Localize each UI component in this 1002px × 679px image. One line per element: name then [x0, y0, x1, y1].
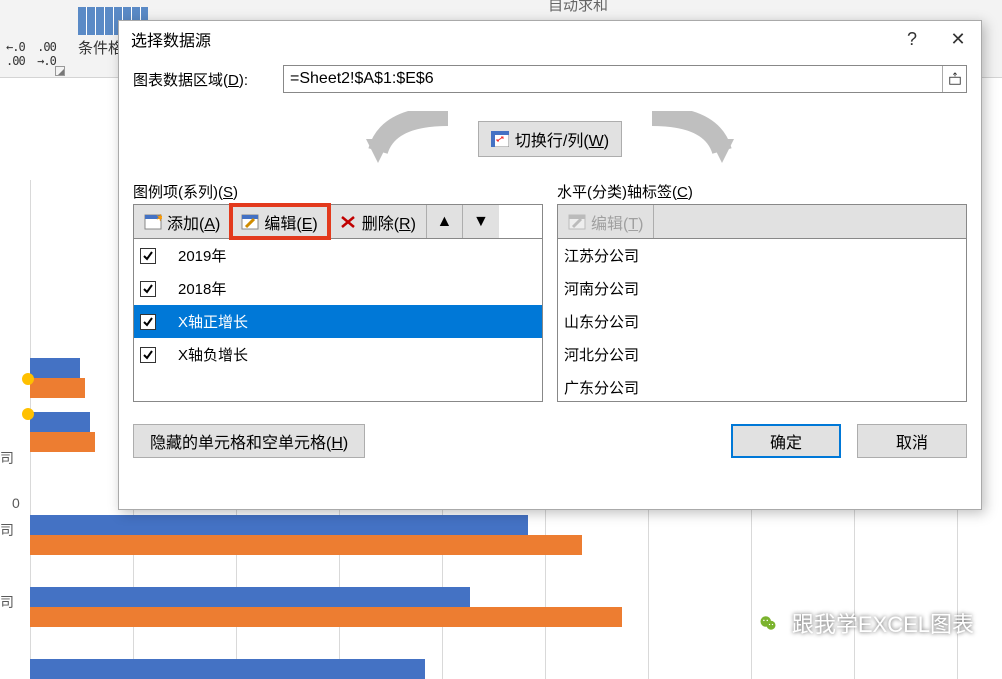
- decrease-decimal-icon: ←.0 .00: [6, 40, 56, 54]
- series-item-label: 2019年: [168, 245, 226, 266]
- chart-bar: [30, 515, 528, 535]
- range-picker-icon: [948, 72, 962, 86]
- switch-row-column-icon: [491, 131, 509, 147]
- chart-bar: [30, 378, 85, 398]
- series-item-label: 2018年: [168, 278, 226, 299]
- curved-arrow-left-icon: [348, 111, 468, 167]
- close-icon: ✕: [950, 29, 965, 50]
- chart-marker: [22, 373, 34, 385]
- series-checkbox[interactable]: [140, 347, 156, 363]
- edit-category-button[interactable]: 编辑(T): [558, 205, 654, 238]
- chart-bar: [30, 607, 622, 627]
- category-item-label: 江苏分公司: [564, 245, 639, 266]
- select-data-source-dialog: 选择数据源 ? ✕ 图表数据区域(D):: [118, 20, 982, 510]
- series-checkbox[interactable]: [140, 281, 156, 297]
- category-axis-label: 司: [0, 592, 14, 612]
- category-axis-label: 司: [0, 448, 14, 468]
- category-list-item[interactable]: 河南分公司: [558, 272, 966, 305]
- series-listbox[interactable]: 2019年 2018年 X轴正增长 X轴负增长: [133, 238, 543, 402]
- edit-icon: [568, 214, 586, 230]
- chart-marker: [22, 408, 34, 420]
- decimal-buttons[interactable]: ←.0 .00 .00 →.0: [6, 40, 56, 68]
- series-list-item[interactable]: 2019年: [134, 239, 542, 272]
- chart-bar: [30, 412, 90, 432]
- chart-bar: [30, 587, 470, 607]
- series-checkbox[interactable]: [140, 248, 156, 264]
- category-listbox[interactable]: 江苏分公司河南分公司山东分公司河北分公司广东分公司: [557, 238, 967, 402]
- chart-data-range-label: 图表数据区域(D):: [133, 69, 283, 90]
- category-list-item[interactable]: 广东分公司: [558, 371, 966, 402]
- dialog-title: 选择数据源: [131, 27, 211, 51]
- chart-data-range-input[interactable]: [284, 66, 942, 92]
- cancel-label: 取消: [896, 429, 928, 453]
- category-axis-label: 司: [0, 520, 14, 540]
- category-toolbar: 编辑(T): [557, 204, 967, 238]
- help-icon: ?: [907, 29, 917, 50]
- hidden-empty-cells-label: 隐藏的单元格和空单元格(H): [150, 429, 348, 453]
- series-list-item[interactable]: X轴负增长: [134, 338, 542, 371]
- number-group-launcher-icon[interactable]: [55, 66, 65, 76]
- legend-series-label: 图例项(系列)(S): [133, 181, 543, 202]
- close-button[interactable]: ✕: [935, 21, 981, 57]
- remove-icon: [339, 214, 357, 230]
- switch-row-column-label: 切换行/列(W): [515, 127, 609, 151]
- add-series-label: 添加(A): [167, 210, 220, 234]
- move-series-down-button[interactable]: ▼: [463, 205, 499, 238]
- move-series-up-button[interactable]: ▲: [427, 205, 463, 238]
- cancel-button[interactable]: 取消: [857, 424, 967, 458]
- svg-text:✶: ✶: [156, 214, 162, 224]
- series-toolbar: ✶ 添加(A) 编辑(E) 删除(R) ▲ ▼: [133, 204, 543, 238]
- edit-series-label: 编辑(E): [264, 210, 317, 234]
- add-series-button[interactable]: ✶ 添加(A): [134, 205, 231, 238]
- series-checkbox[interactable]: [140, 314, 156, 330]
- ok-button[interactable]: 确定: [731, 424, 841, 458]
- category-axis-label-heading: 水平(分类)轴标签(C): [557, 181, 967, 202]
- curved-arrow-right-icon: [632, 111, 752, 167]
- edit-category-label: 编辑(T): [591, 210, 643, 234]
- chevron-down-icon: ▼: [473, 213, 489, 231]
- switch-row-column-button[interactable]: 切换行/列(W): [478, 121, 622, 157]
- category-item-label: 山东分公司: [564, 311, 639, 332]
- series-list-item[interactable]: X轴正增长: [134, 305, 542, 338]
- edit-series-button[interactable]: 编辑(E): [231, 205, 328, 238]
- chart-bar: [30, 659, 425, 679]
- category-item-label: 广东分公司: [564, 377, 639, 398]
- chart-bar: [30, 535, 582, 555]
- category-item-label: 河南分公司: [564, 278, 639, 299]
- ok-label: 确定: [770, 429, 802, 453]
- hidden-empty-cells-button[interactable]: 隐藏的单元格和空单元格(H): [133, 424, 365, 458]
- increase-decimal-icon: .00 →.0: [6, 54, 56, 68]
- chart-bar: [30, 432, 95, 452]
- series-list-item[interactable]: 2018年: [134, 272, 542, 305]
- add-icon: ✶: [144, 214, 162, 230]
- collapse-dialog-button[interactable]: [942, 66, 966, 92]
- edit-icon: [241, 214, 259, 230]
- chart-bar: [30, 358, 80, 378]
- help-button[interactable]: ?: [889, 21, 935, 57]
- category-list-item[interactable]: 江苏分公司: [558, 239, 966, 272]
- dialog-titlebar: 选择数据源 ? ✕: [119, 21, 981, 57]
- series-item-label: X轴正增长: [168, 311, 248, 332]
- category-list-item[interactable]: 河北分公司: [558, 338, 966, 371]
- remove-series-label: 删除(R): [362, 210, 416, 234]
- axis-zero-label: 0: [12, 495, 20, 511]
- autosum-fragment: 自动求和: [548, 0, 608, 15]
- remove-series-button[interactable]: 删除(R): [329, 205, 427, 238]
- conditional-formatting-button[interactable]: 条件格: [78, 37, 123, 58]
- conditional-formatting-label: 条件格: [78, 40, 123, 57]
- category-item-label: 河北分公司: [564, 344, 639, 365]
- category-list-item[interactable]: 山东分公司: [558, 305, 966, 338]
- chevron-up-icon: ▲: [437, 213, 453, 231]
- series-item-label: X轴负增长: [168, 344, 248, 365]
